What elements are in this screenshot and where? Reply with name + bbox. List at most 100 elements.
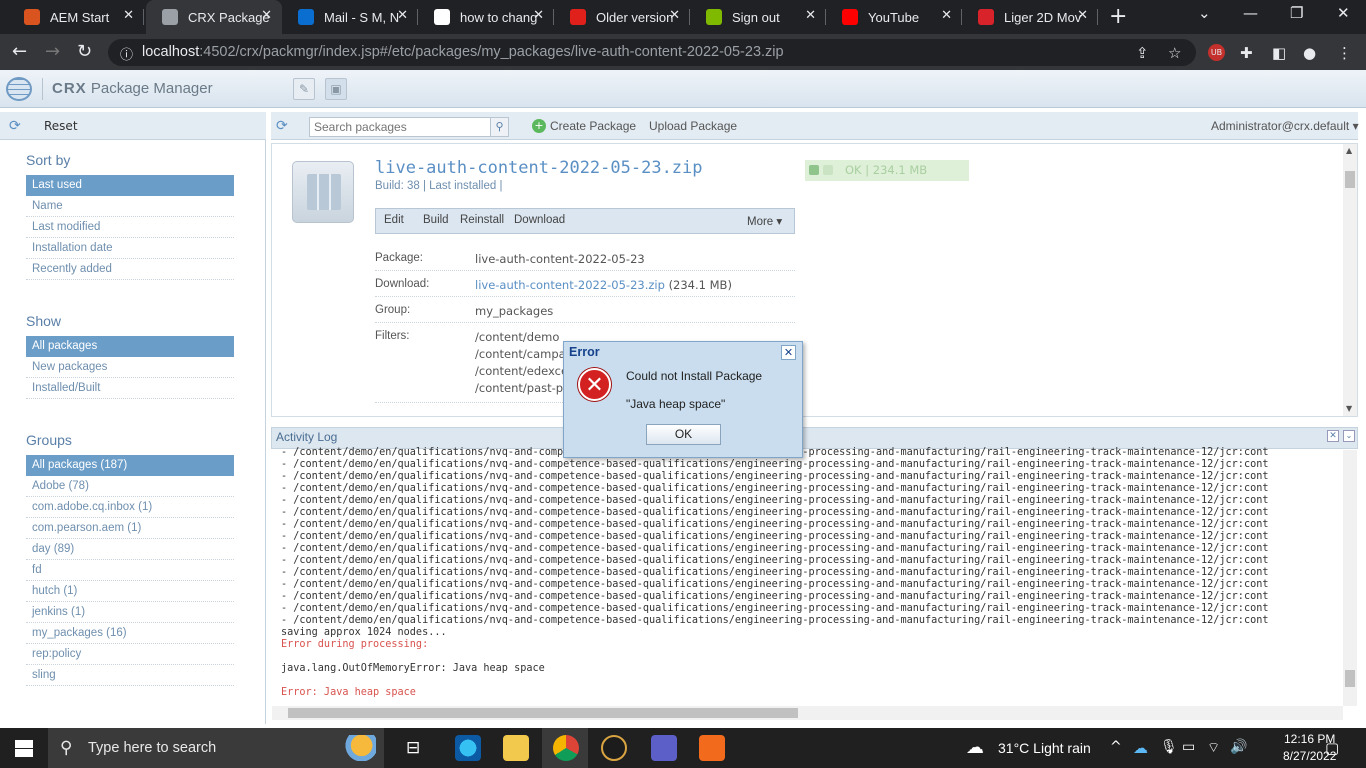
refresh-icon[interactable]: ⟳ (9, 118, 21, 134)
show-option[interactable]: All packages (26, 336, 234, 357)
group-option[interactable]: fd (26, 560, 234, 581)
show-option[interactable]: New packages (26, 357, 234, 378)
share-icon[interactable]: ⇪ (1136, 44, 1149, 62)
scroll-up-icon[interactable]: ▲ (1346, 146, 1352, 155)
tray-chevron-icon[interactable]: ^ (1110, 739, 1122, 755)
sort-option[interactable]: Name (26, 196, 234, 217)
teams-icon[interactable] (651, 735, 677, 761)
browser-menu-icon[interactable]: ⋮ (1337, 44, 1352, 62)
tools-icon[interactable]: ✎ (293, 78, 315, 100)
app-circle-icon[interactable] (601, 735, 627, 761)
sort-option[interactable]: Last used (26, 175, 234, 196)
upload-package-button[interactable]: Upload Package (649, 119, 737, 133)
scroll-down-icon[interactable]: ▼ (1346, 404, 1352, 413)
tab-close-icon[interactable]: ✕ (397, 8, 408, 23)
reinstall-button[interactable]: Reinstall (460, 214, 504, 226)
group-option[interactable]: hutch (1) (26, 581, 234, 602)
reset-button[interactable]: Reset (44, 119, 78, 133)
bookmark-star-icon[interactable]: ☆ (1168, 44, 1181, 62)
chrome-icon[interactable] (553, 735, 579, 761)
volume-icon[interactable]: 🔊 (1230, 739, 1247, 755)
tab-close-icon[interactable]: ✕ (669, 8, 680, 23)
new-tab-button[interactable]: + (1109, 4, 1127, 29)
forward-arrow-icon[interactable]: → (45, 41, 60, 62)
browser-tab[interactable]: Mail - S M, N ✕ (282, 0, 418, 34)
log-collapse-icon[interactable]: ⌄ (1343, 430, 1355, 442)
tab-close-icon[interactable]: ✕ (805, 8, 816, 23)
battery-icon[interactable]: ▭ (1182, 739, 1195, 755)
download-link[interactable]: live-auth-content-2022-05-23.zip (475, 278, 665, 292)
file-explorer-icon[interactable] (503, 735, 529, 761)
weather-text[interactable]: 31°C Light rain (998, 740, 1091, 756)
browser-tab[interactable]: Liger 2D Mov ✕ (962, 0, 1098, 34)
log-vscroll-thumb[interactable] (1345, 670, 1355, 687)
group-option[interactable]: sling (26, 665, 234, 686)
windows-start-icon[interactable] (15, 740, 33, 757)
browser-tab[interactable]: YouTube ✕ (826, 0, 962, 34)
package-scroll-thumb[interactable] (1345, 171, 1355, 188)
sort-option[interactable]: Recently added (26, 259, 234, 280)
browser-tab[interactable]: Older version ✕ (554, 0, 690, 34)
group-option[interactable]: jenkins (1) (26, 602, 234, 623)
log-hscroll-thumb[interactable] (288, 708, 798, 718)
dialog-close-icon[interactable]: ✕ (781, 345, 796, 360)
tab-close-icon[interactable]: ✕ (1077, 8, 1088, 23)
extensions-puzzle-icon[interactable]: ✚ (1240, 44, 1253, 62)
notifications-icon[interactable]: ▢ (1325, 739, 1339, 757)
close-window-button[interactable]: ✕ (1337, 4, 1350, 22)
tab-search-icon[interactable]: ⌄ (1198, 4, 1211, 22)
search-icon[interactable]: ⚲ (490, 117, 509, 137)
edge-icon[interactable] (455, 735, 481, 761)
group-option[interactable]: rep:policy (26, 644, 234, 665)
tab-close-icon[interactable]: ✕ (533, 8, 544, 23)
status-text: OK | 234.1 MB (845, 163, 928, 177)
package-build-info: Build: 38 | Last installed | (375, 180, 503, 192)
refresh-packages-icon[interactable]: ⟳ (276, 118, 288, 134)
site-info-icon[interactable]: ⓘ (120, 44, 133, 63)
wifi-icon[interactable]: ⌔ (1207, 739, 1220, 757)
search-input[interactable] (309, 117, 491, 137)
group-option[interactable]: com.adobe.cq.inbox (1) (26, 497, 234, 518)
orange-app-icon[interactable] (699, 735, 725, 761)
sort-option[interactable]: Last modified (26, 217, 234, 238)
onedrive-icon[interactable]: ☁ (1133, 739, 1148, 757)
task-view-icon[interactable]: ⊟ (406, 738, 420, 758)
browser-tab[interactable]: CRX Package ✕ (146, 0, 282, 34)
microphone-icon[interactable]: 🎙 (1160, 739, 1178, 755)
url-text[interactable]: localhost:4502/crx/packmgr/index.jsp#/et… (142, 44, 784, 60)
maximize-button[interactable]: ❐ (1290, 4, 1303, 22)
tab-close-icon[interactable]: ✕ (123, 8, 134, 23)
show-option[interactable]: Installed/Built (26, 378, 234, 399)
package-manager-icon[interactable]: ▣ (325, 78, 347, 100)
group-option[interactable]: Adobe (78) (26, 476, 234, 497)
download-button[interactable]: Download (514, 214, 565, 226)
user-menu[interactable]: Administrator@crx.default ▾ (1211, 119, 1359, 133)
back-arrow-icon[interactable]: ← (12, 41, 27, 62)
log-close-icon[interactable]: ✕ (1327, 430, 1339, 442)
minimize-button[interactable]: — (1243, 4, 1258, 22)
more-button[interactable]: More ▾ (747, 214, 782, 228)
sort-option[interactable]: Installation date (26, 238, 234, 259)
package-name-link[interactable]: live-auth-content-2022-05-23.zip (375, 158, 703, 178)
log-vertical-scrollbar[interactable] (1343, 450, 1357, 706)
group-option[interactable]: day (89) (26, 539, 234, 560)
browser-tab[interactable]: AEM Start ✕ (8, 0, 144, 34)
profile-icon[interactable]: ● (1303, 44, 1316, 62)
reload-icon[interactable]: ↻ (77, 41, 92, 62)
group-option[interactable]: my_packages (16) (26, 623, 234, 644)
filter-path: /content/edexce (475, 364, 569, 378)
build-button[interactable]: Build (423, 214, 449, 226)
show-heading: Show (26, 313, 62, 329)
tab-close-icon[interactable]: ✕ (941, 8, 952, 23)
browser-tab[interactable]: Sign out ✕ (690, 0, 826, 34)
create-package-button[interactable]: Create Package (550, 119, 636, 133)
edit-button[interactable]: Edit (384, 214, 404, 226)
browser-tab[interactable]: how to chang ✕ (418, 0, 554, 34)
group-option[interactable]: com.pearson.aem (1) (26, 518, 234, 539)
ok-button[interactable]: OK (646, 424, 721, 445)
side-panel-icon[interactable]: ◧ (1272, 44, 1286, 62)
group-option[interactable]: All packages (187) (26, 455, 234, 476)
ublock-extension-icon[interactable]: UB (1208, 44, 1225, 61)
search-highlight-icon[interactable] (340, 735, 376, 761)
tab-close-icon[interactable]: ✕ (261, 8, 272, 23)
